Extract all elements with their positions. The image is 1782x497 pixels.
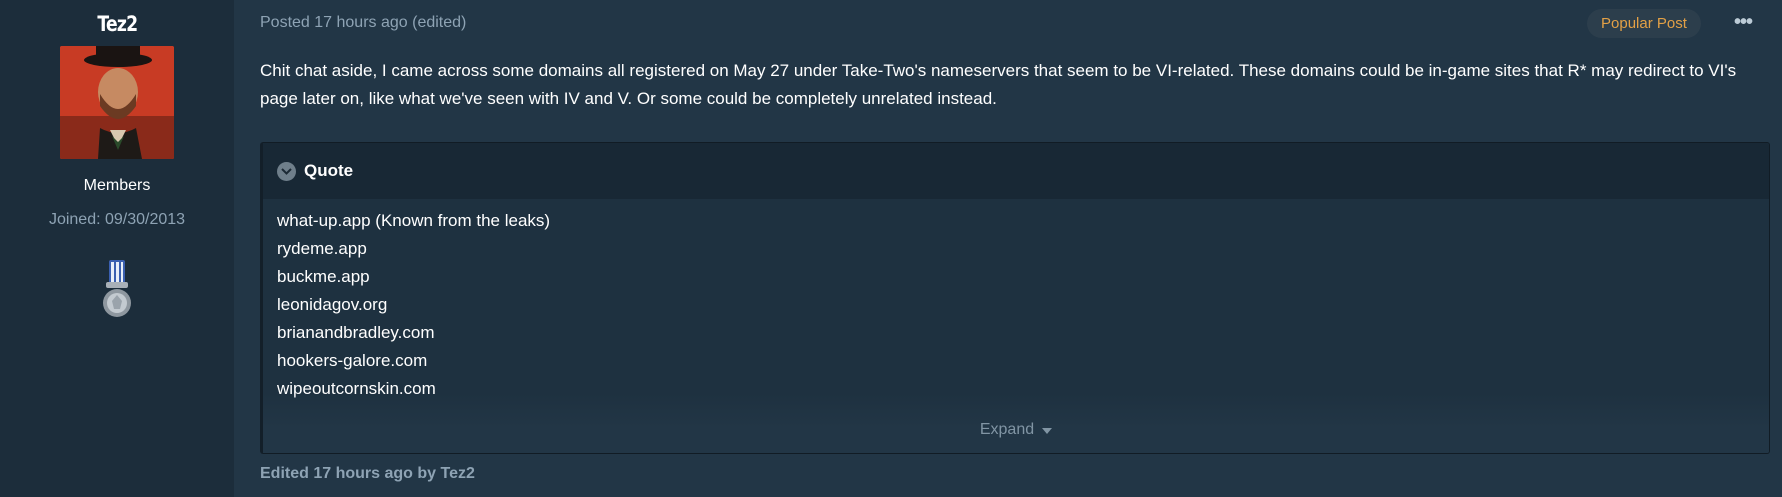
quote-line: what-up.app (Known from the leaks)	[277, 211, 551, 230]
quote-line: buckme.app	[277, 267, 370, 286]
post-body: Chit chat aside, I came across some doma…	[260, 61, 1737, 108]
avatar-image	[60, 46, 174, 159]
author-name[interactable]: Tez2	[97, 12, 138, 36]
quote-title: Quote	[304, 161, 354, 180]
quote-content: what-up.app (Known from the leaks) rydem…	[263, 199, 1769, 403]
expand-label: Expand	[979, 421, 1035, 438]
post: Posted 17 hours ago (edited) Popular Pos…	[234, 0, 1782, 497]
quote-line: leonidagov.org	[277, 295, 388, 314]
author-panel: Tez2 Members Joined: 09/30/2013	[0, 0, 234, 497]
quote-block: Quote what-up.app (Known from the leaks)…	[260, 142, 1770, 454]
author-panel-pointer	[218, 60, 234, 82]
edited-note: Edited 17 hours ago by Tez2	[260, 465, 475, 482]
quote-header[interactable]: Quote	[263, 143, 1769, 199]
member-group: Members	[83, 177, 151, 194]
popular-post-badge: Popular Post	[1587, 9, 1701, 38]
quote-line: brianandbradley.com	[277, 323, 435, 342]
post-meta[interactable]: Posted 17 hours ago (edited)	[260, 14, 466, 32]
caret-down-icon	[1042, 428, 1053, 434]
joined-date: Joined: 09/30/2013	[48, 211, 186, 228]
more-options-icon[interactable]: •••	[1734, 11, 1753, 34]
quote-line: hookers-galore.com	[277, 351, 428, 370]
quote-line: rydeme.app	[277, 239, 367, 258]
chevron-down-icon[interactable]	[277, 161, 296, 181]
medal-badge-icon	[103, 260, 131, 317]
expand-button[interactable]: Expand	[263, 393, 1769, 453]
avatar[interactable]	[60, 46, 174, 159]
